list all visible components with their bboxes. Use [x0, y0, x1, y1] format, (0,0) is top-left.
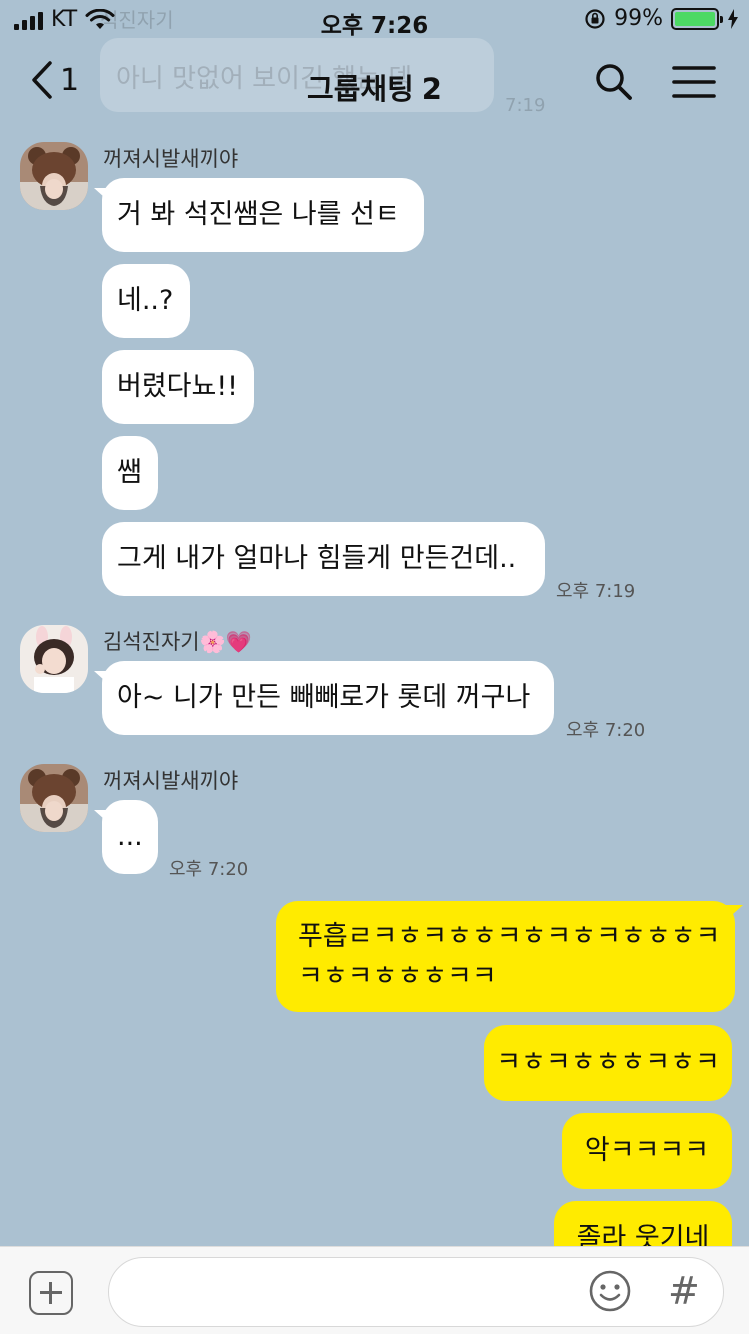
profile-photo-bear-hat	[20, 142, 88, 210]
my-message-bubble[interactable]: 푸흡ㄹㅋㅎㅋㅎㅎㅋㅎㅋㅎㅋㅎㅎㅎㅋ ㅋㅎㅋㅎㅎㅎㅋㅋ	[276, 901, 735, 1012]
message-bubble[interactable]: 거 봐 석진쌤은 나를 선ㅌ	[102, 178, 424, 252]
menu-icon[interactable]	[672, 62, 716, 102]
message-text: ...	[117, 821, 143, 852]
message-text: 버렸다뇨!!	[117, 371, 239, 402]
sender-name: 꺼져시발새끼야	[103, 769, 239, 793]
profile-photo-bunny-ears	[20, 625, 88, 693]
message-time: 오후 7:20	[566, 720, 646, 741]
profile-photo-bear-hat	[20, 764, 88, 832]
message-text: 거 봐 석진쌤은 나를 선ㅌ	[117, 199, 400, 230]
message-time: 오후 7:20	[169, 859, 249, 880]
message-bubble[interactable]: ...	[102, 800, 158, 874]
status-right: 99%	[584, 6, 739, 31]
message-text: 악ㅋㅋㅋㅋ	[584, 1135, 710, 1166]
message-text: 네..?	[117, 285, 174, 316]
message-bubble[interactable]: 그게 내가 얼마나 힘들게 만든건데..	[102, 522, 545, 596]
message-text-line: ㅋㅎㅋㅎㅎㅎㅋㅋ	[298, 960, 497, 992]
message-text-line: 푸흡ㄹㅋㅎㅋㅎㅎㅋㅎㅋㅎㅋㅎㅎㅎㅋ	[298, 920, 721, 952]
chat-room-name: 그룹채팅	[307, 72, 414, 106]
message-input-bar: #	[0, 1246, 749, 1334]
avatar[interactable]	[20, 142, 88, 210]
plus-icon[interactable]	[29, 1271, 73, 1315]
sender-name: 김석진자기🌸💗	[103, 630, 252, 654]
search-icon[interactable]	[594, 62, 634, 102]
hash-icon[interactable]: #	[668, 1269, 700, 1313]
avatar[interactable]	[20, 625, 88, 693]
emoji-icon[interactable]	[588, 1269, 632, 1313]
my-message-bubble[interactable]: 악ㅋㅋㅋㅋ	[562, 1113, 732, 1189]
avatar[interactable]	[20, 764, 88, 832]
message-text: 쌤	[117, 457, 142, 488]
message-time: 오후 7:19	[556, 581, 636, 602]
message-bubble[interactable]: 쌤	[102, 436, 158, 510]
rotation-lock-icon	[585, 8, 605, 29]
message-text: ㅋㅎㅋㅎㅎㅎㅋㅎㅋ	[496, 1047, 720, 1078]
member-count: 2	[421, 72, 442, 106]
my-message-bubble[interactable]: ㅋㅎㅋㅎㅎㅎㅋㅎㅋ	[484, 1025, 732, 1101]
message-bubble[interactable]: 네..?	[102, 264, 190, 338]
chat-header: 1 그룹채팅 2	[0, 40, 749, 130]
battery-percent: 99%	[614, 6, 663, 31]
battery-icon	[671, 7, 723, 30]
message-bubble[interactable]: 아~ 니가 만든 빼빼로가 롯데 꺼구나	[102, 661, 554, 735]
status-bar: KT 오후 7:26 99%	[0, 0, 749, 40]
chat-title: 그룹채팅 2	[0, 66, 749, 108]
message-text: 그게 내가 얼마나 힘들게 만든건데..	[117, 543, 517, 574]
battery-fill	[675, 11, 715, 26]
message-bubble[interactable]: 버렸다뇨!!	[102, 350, 254, 424]
charging-bolt-icon	[728, 8, 738, 29]
message-text: 아~ 니가 만든 빼빼로가 롯데 꺼구나	[117, 682, 531, 713]
sender-name: 꺼져시발새끼야	[103, 147, 239, 171]
